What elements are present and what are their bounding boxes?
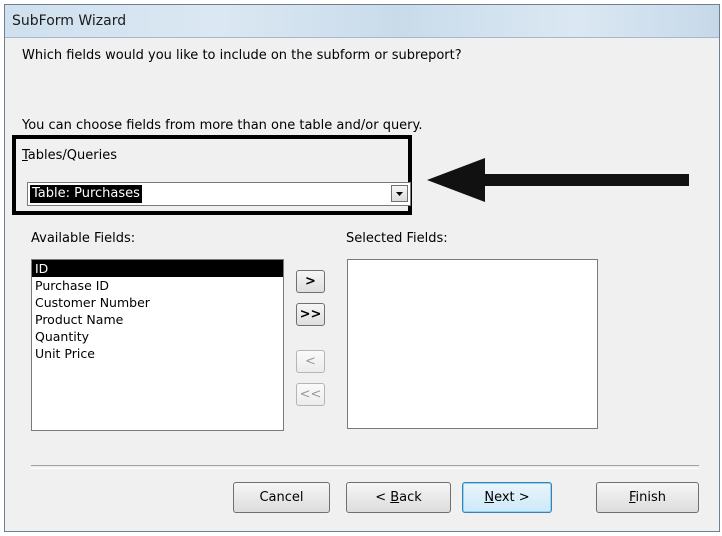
chevron-down-icon xyxy=(396,192,403,196)
title-bar: SubForm Wizard xyxy=(5,5,719,38)
selected-fields-list[interactable] xyxy=(347,259,598,429)
remove-field-button[interactable]: < xyxy=(296,350,325,373)
dropdown-button[interactable] xyxy=(391,185,408,202)
list-item[interactable]: Customer Number xyxy=(32,294,283,311)
divider xyxy=(31,465,699,469)
list-item[interactable]: Unit Price xyxy=(32,345,283,362)
tables-queries-label-text: ables/Queries xyxy=(27,148,117,163)
cancel-button[interactable]: Cancel xyxy=(233,482,330,513)
list-item[interactable]: Purchase ID xyxy=(32,277,283,294)
back-button-mnemonic: B xyxy=(390,490,400,505)
next-button-text: ext > xyxy=(494,490,530,505)
prompt-text: Which fields would you like to include o… xyxy=(22,48,462,63)
tables-queries-label: Tables/Queries xyxy=(22,148,117,163)
remove-all-fields-button[interactable]: << xyxy=(296,383,325,406)
next-button[interactable]: Next > xyxy=(462,482,552,513)
back-button-prefix: < xyxy=(375,490,391,505)
finish-button[interactable]: Finish xyxy=(596,482,699,513)
list-item[interactable]: ID xyxy=(32,260,283,277)
annotation-arrow-icon xyxy=(427,158,689,202)
list-item[interactable]: Quantity xyxy=(32,328,283,345)
available-fields-label: Available Fields: xyxy=(31,231,136,246)
back-button[interactable]: < Back xyxy=(346,482,451,513)
available-fields-list[interactable]: ID Purchase ID Customer Number Product N… xyxy=(31,259,284,431)
back-button-text: ack xyxy=(399,490,422,505)
tables-queries-selected-value: Table: Purchases xyxy=(30,185,142,203)
add-all-fields-button[interactable]: >> xyxy=(296,303,325,326)
list-item[interactable]: Product Name xyxy=(32,311,283,328)
next-button-mnemonic: N xyxy=(484,490,495,505)
info-text: You can choose fields from more than one… xyxy=(22,118,423,133)
finish-button-text: inish xyxy=(635,490,667,505)
add-field-button[interactable]: > xyxy=(296,270,325,293)
selected-fields-label: Selected Fields: xyxy=(346,231,448,246)
window-title: SubForm Wizard xyxy=(12,13,127,29)
tables-queries-combobox[interactable]: Table: Purchases xyxy=(27,182,411,206)
